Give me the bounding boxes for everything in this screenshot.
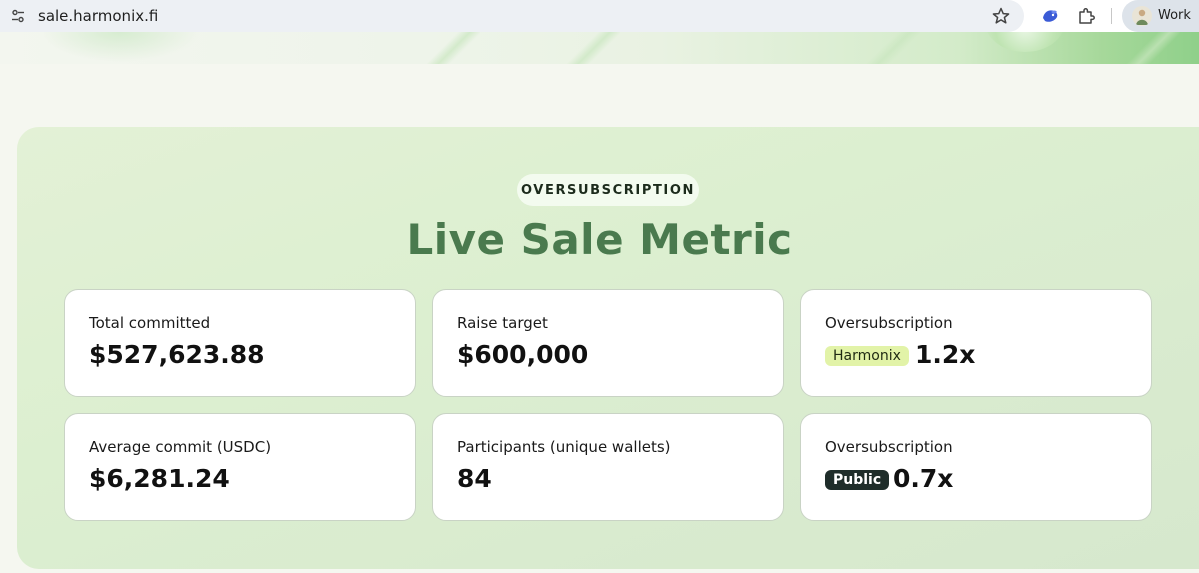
- url-text[interactable]: sale.harmonix.fi: [38, 7, 158, 25]
- card-participants: Participants (unique wallets) 84: [432, 413, 784, 521]
- card-label: Raise target: [457, 314, 548, 332]
- card-value: $600,000: [457, 340, 589, 369]
- bird-extension-icon[interactable]: [1040, 6, 1060, 26]
- card-value: 0.7x: [893, 464, 954, 493]
- star-icon[interactable]: [991, 6, 1011, 26]
- card-average-commit: Average commit (USDC) $6,281.24: [64, 413, 416, 521]
- card-label: Oversubscription: [825, 438, 953, 456]
- card-raise-target: Raise target $600,000: [432, 289, 784, 397]
- puzzle-icon[interactable]: [1076, 6, 1096, 26]
- card-label: Total committed: [89, 314, 211, 332]
- card-value: $6,281.24: [89, 464, 230, 493]
- harmonix-badge: Harmonix: [825, 346, 909, 366]
- card-value: 1.2x: [915, 340, 976, 369]
- card-total-committed: Total committed $527,623.88: [64, 289, 416, 397]
- browser-toolbar: sale.harmonix.fi Work: [0, 0, 1199, 32]
- section-title: Live Sale Metric: [406, 215, 793, 264]
- address-bar[interactable]: sale.harmonix.fi: [0, 0, 1024, 32]
- card-value: $527,623.88: [89, 340, 265, 369]
- card-value: 84: [457, 464, 492, 493]
- toolbar-divider: [1111, 8, 1112, 24]
- card-oversubscription-harmonix: Oversubscription Harmonix 1.2x: [800, 289, 1152, 397]
- avatar: [1132, 6, 1152, 26]
- card-label: Participants (unique wallets): [457, 438, 671, 456]
- card-oversubscription-public: Oversubscription Public 0.7x: [800, 413, 1152, 521]
- profile-button[interactable]: Work: [1122, 0, 1199, 32]
- tune-icon[interactable]: [10, 8, 26, 24]
- hero-banner: [0, 32, 1199, 64]
- card-label: Average commit (USDC): [89, 438, 272, 456]
- public-badge: Public: [825, 470, 890, 490]
- section-tag: OVERSUBSCRIPTION: [517, 174, 699, 206]
- card-label: Oversubscription: [825, 314, 953, 332]
- profile-label: Work: [1158, 8, 1191, 23]
